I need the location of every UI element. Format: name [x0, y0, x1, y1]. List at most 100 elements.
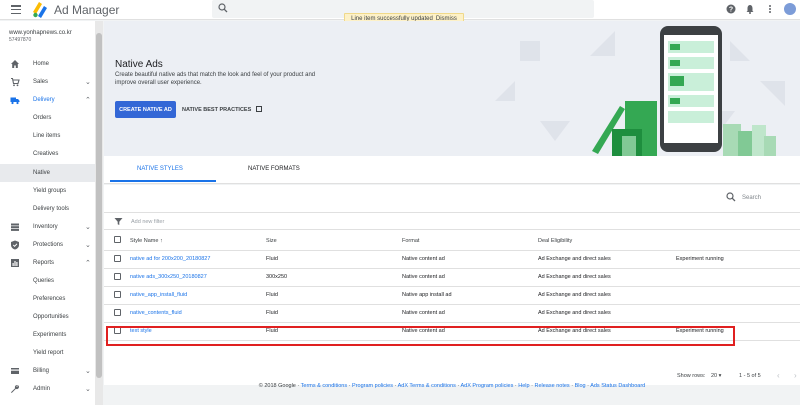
more-vert-icon[interactable]	[765, 4, 775, 14]
row-checkbox[interactable]	[114, 290, 121, 298]
search-input[interactable]: Search	[742, 195, 761, 201]
sidebar-item-label: Admin	[33, 386, 51, 392]
native-best-practices-link[interactable]: NATIVE BEST PRACTICES	[182, 106, 263, 113]
status-cell: Experiment running	[676, 250, 800, 269]
footer-link[interactable]: AdX Program policies	[460, 383, 513, 389]
wrench-icon	[11, 385, 19, 393]
sidebar-item-label: Experiments	[33, 332, 67, 338]
footer-link[interactable]: Release notes	[535, 383, 570, 389]
sidebar-item-line-items[interactable]: Line items	[0, 127, 95, 145]
scrollbar-thumb[interactable]	[96, 33, 102, 378]
sidebar-item-home[interactable]: Home	[0, 55, 95, 73]
size-cell: 300x250	[266, 268, 402, 287]
status-cell	[676, 268, 800, 287]
footer-link[interactable]: Help	[518, 383, 529, 389]
filter-input[interactable]: Add new filter	[131, 219, 164, 225]
row-checkbox[interactable]	[114, 308, 121, 316]
sidebar-item-preferences[interactable]: Preferences	[0, 290, 95, 308]
deal-eligibility-cell: Ad Exchange and direct sales	[538, 268, 676, 287]
select-all-checkbox[interactable]	[114, 236, 121, 244]
inventory-icon	[11, 223, 19, 231]
footer-link[interactable]: Blog	[575, 383, 586, 389]
page-range: 1 - 5 of 5	[739, 373, 761, 379]
column-header: Deal Eligibility	[538, 232, 676, 251]
sidebar-item-delivery[interactable]: Delivery ⌃	[0, 91, 95, 109]
copyright: © 2018 Google	[258, 383, 296, 389]
footer-link[interactable]: Terms & conditions	[301, 383, 347, 389]
sidebar-item-reports[interactable]: Reports ⌃	[0, 254, 95, 272]
sidebar-scrollbar[interactable]	[95, 21, 103, 405]
rows-per-page-select[interactable]: 20 ▾	[711, 373, 721, 379]
status-cell	[676, 304, 800, 323]
search-icon	[218, 3, 228, 13]
sidebar-item-yield-groups[interactable]: Yield groups	[0, 182, 95, 200]
shield-icon	[11, 240, 19, 250]
billing-icon	[11, 368, 19, 374]
notifications-bell-icon[interactable]	[745, 4, 755, 14]
column-header	[676, 232, 800, 251]
avatar[interactable]	[784, 3, 796, 15]
sidebar-item-delivery-tools[interactable]: Delivery tools	[0, 200, 95, 218]
style-name-link[interactable]: native ad for 200x200_20180827	[130, 250, 266, 269]
native-styles-table: Style Name ↑ Size Format Deal Eligibilit…	[104, 232, 800, 341]
best-practices-label: NATIVE BEST PRACTICES	[182, 107, 252, 113]
sidebar-item-label: Creatives	[33, 151, 59, 157]
sidebar-item-billing[interactable]: Billing ⌄	[0, 362, 95, 380]
footer-link[interactable]: Program policies	[352, 383, 393, 389]
column-header[interactable]: Style Name ↑	[130, 232, 266, 251]
sidebar-item-creatives[interactable]: Creatives	[0, 145, 95, 163]
footer-link[interactable]: AdX Terms & conditions	[398, 383, 456, 389]
chevron-up-icon: ⌃	[85, 260, 91, 267]
menu-icon[interactable]	[11, 5, 21, 15]
column-header-label: Style Name	[130, 237, 159, 244]
filter-icon	[114, 218, 123, 225]
size-cell: Fluid	[266, 322, 402, 341]
sidebar-item-inventory[interactable]: Inventory ⌄	[0, 218, 95, 236]
sidebar-item-label: Line items	[33, 133, 61, 139]
sidebar-item-native[interactable]: Native	[0, 164, 95, 182]
tab-native-styles[interactable]: NATIVE STYLES	[137, 166, 183, 172]
create-native-ad-button[interactable]: CREATE NATIVE AD	[115, 101, 176, 118]
sidebar-item-orders[interactable]: Orders	[0, 109, 95, 127]
status-cell: Experiment running	[676, 322, 800, 341]
sidebar-item-experiments[interactable]: Experiments	[0, 326, 95, 344]
sidebar-item-label: Yield groups	[33, 188, 67, 194]
pagination: Show rows: 20 ▾ 1 - 5 of 5 ‹ ›	[104, 368, 800, 382]
column-header: Size	[266, 232, 402, 251]
footer-link[interactable]: Ads Status Dashboard	[590, 383, 645, 389]
sidebar-item-yield-report[interactable]: Yield report	[0, 344, 95, 362]
table-search[interactable]: Search	[726, 192, 761, 204]
sidebar-item-sales[interactable]: Sales ⌄	[0, 73, 95, 91]
next-page-icon[interactable]: ›	[794, 371, 797, 380]
sidebar-item-label: Opportunities	[33, 314, 69, 320]
show-rows-label: Show rows:	[677, 373, 706, 379]
format-cell: Native content ad	[402, 250, 538, 269]
sidebar-item-opportunities[interactable]: Opportunities	[0, 308, 95, 326]
status-cell	[676, 286, 800, 305]
filter-bar[interactable]: Add new filter	[104, 212, 800, 230]
row-checkbox[interactable]	[114, 272, 121, 280]
help-icon[interactable]: ?	[726, 4, 736, 14]
style-name-link[interactable]: native_contents_fluid	[130, 304, 266, 323]
table-row: native ads_300x250_20180827 300x250 Nati…	[104, 268, 800, 287]
sidebar-item-label: Reports	[33, 260, 55, 266]
row-checkbox[interactable]	[114, 254, 121, 262]
sidebar-item-admin[interactable]: Admin ⌄	[0, 380, 95, 398]
page-title: Native Ads	[115, 59, 163, 70]
deal-eligibility-cell: Ad Exchange and direct sales	[538, 250, 676, 269]
network-url: www.yonhapnews.co.kr	[9, 30, 72, 36]
sidebar-item-queries[interactable]: Queries	[0, 272, 95, 290]
column-header: Format	[402, 232, 538, 251]
style-name-link[interactable]: native_app_install_fluid	[130, 286, 266, 305]
chevron-up-icon: ⌃	[85, 97, 91, 104]
row-checkbox[interactable]	[114, 326, 121, 334]
style-name-link[interactable]: native ads_300x250_20180827	[130, 268, 266, 287]
tab-native-formats[interactable]: NATIVE FORMATS	[248, 166, 300, 172]
previous-page-icon[interactable]: ‹	[777, 371, 780, 380]
sidebar-item-label: Queries	[33, 278, 55, 284]
style-name-link[interactable]: text style	[130, 322, 266, 341]
search-icon	[726, 192, 736, 202]
home-icon	[11, 60, 19, 68]
svg-text:?: ?	[729, 7, 733, 14]
sidebar-item-protections[interactable]: Protections ⌄	[0, 236, 95, 254]
